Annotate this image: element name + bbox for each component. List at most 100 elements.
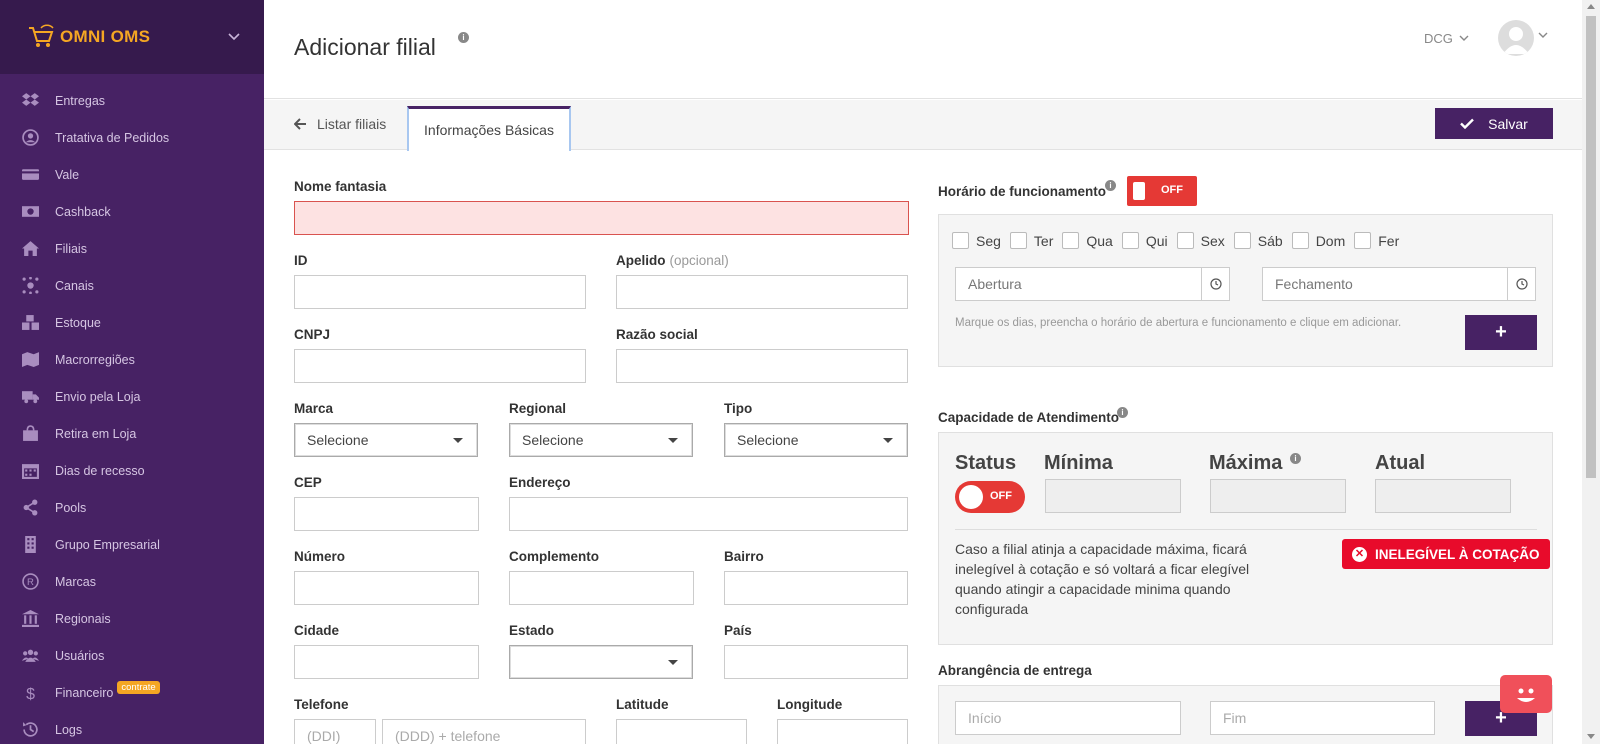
minima-input[interactable]: [1045, 479, 1181, 513]
sidebar-item-vale[interactable]: Vale: [0, 156, 264, 193]
day-sab[interactable]: Sáb: [1233, 232, 1283, 249]
day-qui[interactable]: Qui: [1121, 232, 1168, 249]
ddi-input[interactable]: (DDI): [294, 719, 376, 744]
info-icon[interactable]: i: [1117, 407, 1128, 418]
tab-back-label: Listar filiais: [317, 116, 387, 132]
money-icon: [20, 202, 40, 222]
sidebar-item-marcas[interactable]: R Marcas: [0, 563, 264, 600]
sidebar-item-entregas[interactable]: Entregas: [0, 82, 264, 119]
estado-select[interactable]: [509, 645, 693, 679]
scroll-down-arrow-icon[interactable]: [1587, 734, 1595, 739]
sidebar-item-canais[interactable]: Canais: [0, 267, 264, 304]
sidebar-item-financeiro[interactable]: $ Financeiro contrate: [0, 674, 264, 711]
tabs-bar: Listar filiais Informações Básicas Salva…: [264, 100, 1582, 151]
razao-social-input[interactable]: [616, 349, 908, 383]
save-button[interactable]: Salvar: [1435, 108, 1553, 139]
sidebar-item-grupo-empresarial[interactable]: Grupo Empresarial: [0, 526, 264, 563]
maxima-input[interactable]: [1210, 479, 1346, 513]
chevron-down-icon[interactable]: [228, 33, 240, 41]
scrollbar-thumb[interactable]: [1586, 16, 1596, 478]
day-seg[interactable]: Seg: [952, 232, 1001, 249]
nome-fantasia-input[interactable]: [294, 201, 909, 235]
clock-icon[interactable]: [1201, 268, 1229, 300]
page-title: Adicionar filial: [294, 34, 436, 60]
contrate-badge[interactable]: contrate: [117, 681, 160, 694]
users-icon: [20, 646, 40, 666]
scroll-up-arrow-icon[interactable]: [1587, 4, 1595, 9]
day-label: Fer: [1378, 232, 1400, 249]
sidebar-item-label: Retira em Loja: [55, 426, 137, 441]
chevron-down-icon[interactable]: [1538, 32, 1548, 39]
sidebar-item-tratativa[interactable]: Tratativa de Pedidos: [0, 119, 264, 156]
checkbox[interactable]: [1176, 232, 1194, 249]
map-icon: [20, 350, 40, 370]
building-icon: [20, 535, 40, 555]
info-icon[interactable]: i: [458, 32, 469, 43]
tipo-select[interactable]: Selecione: [724, 423, 908, 457]
registered-icon: R: [20, 572, 40, 592]
scrollbar[interactable]: [1582, 0, 1600, 744]
tab-back-list[interactable]: Listar filiais: [294, 116, 386, 132]
sidebar-item-envio-loja[interactable]: Envio pela Loja: [0, 378, 264, 415]
tab-informacoes-basicas[interactable]: Informações Básicas: [407, 106, 571, 151]
checkbox[interactable]: [1354, 232, 1372, 249]
numero-input[interactable]: [294, 571, 479, 605]
sidebar-item-retira-loja[interactable]: Retira em Loja: [0, 415, 264, 452]
capacidade-toggle[interactable]: OFF: [955, 481, 1025, 513]
checkbox[interactable]: [1291, 232, 1309, 249]
cnpj-input[interactable]: [294, 349, 586, 383]
day-sex[interactable]: Sex: [1176, 232, 1225, 249]
telefone-input[interactable]: (DDD) + telefone: [382, 719, 586, 744]
marca-select[interactable]: Selecione: [294, 423, 478, 457]
day-ter[interactable]: Ter: [1009, 232, 1053, 249]
info-icon[interactable]: i: [1290, 453, 1301, 464]
pais-input[interactable]: [724, 645, 908, 679]
horario-toggle[interactable]: OFF: [1127, 176, 1197, 206]
avatar[interactable]: [1498, 20, 1534, 56]
add-horario-button[interactable]: +: [1465, 315, 1537, 350]
complemento-input[interactable]: [509, 571, 694, 605]
regional-select[interactable]: Selecione: [509, 423, 693, 457]
longitude-input[interactable]: [777, 719, 908, 744]
id-input[interactable]: [294, 275, 586, 309]
checkbox[interactable]: [1062, 232, 1080, 249]
label-id: ID: [294, 253, 308, 268]
checkbox[interactable]: [1009, 232, 1027, 249]
select-value: Selecione: [737, 432, 799, 448]
channels-icon: [20, 276, 40, 296]
sidebar-item-pools[interactable]: Pools: [0, 489, 264, 526]
abertura-input[interactable]: Abertura: [955, 267, 1230, 301]
sidebar-item-filiais[interactable]: Filiais: [0, 230, 264, 267]
info-icon[interactable]: i: [1105, 180, 1116, 191]
org-selector[interactable]: DCG: [1424, 31, 1469, 46]
sidebar-item-logs[interactable]: Logs: [0, 711, 264, 744]
sidebar-item-regionais[interactable]: Regionais: [0, 600, 264, 637]
endereco-input[interactable]: [509, 497, 908, 531]
sidebar-item-estoque[interactable]: Estoque: [0, 304, 264, 341]
apelido-text: Apelido: [616, 253, 666, 268]
inicio-input[interactable]: Início: [955, 701, 1181, 735]
toggle-knob: [959, 485, 983, 509]
apelido-input[interactable]: [616, 275, 908, 309]
fim-input[interactable]: Fim: [1210, 701, 1435, 735]
bairro-input[interactable]: [724, 571, 908, 605]
close-circle-icon: ✕: [1352, 546, 1367, 562]
checkbox[interactable]: [952, 232, 969, 249]
sidebar-item-dias-recesso[interactable]: Dias de recesso: [0, 452, 264, 489]
day-dom[interactable]: Dom: [1291, 232, 1345, 249]
chat-widget-button[interactable]: [1500, 675, 1552, 713]
checkbox[interactable]: [1121, 232, 1139, 249]
checkbox[interactable]: [1233, 232, 1251, 249]
day-fer[interactable]: Fer: [1354, 232, 1399, 249]
cep-input[interactable]: [294, 497, 479, 531]
fechamento-input[interactable]: Fechamento: [1262, 267, 1536, 301]
cidade-input[interactable]: [294, 645, 479, 679]
sidebar-item-cashback[interactable]: Cashback: [0, 193, 264, 230]
latitude-input[interactable]: [616, 719, 747, 744]
clock-icon[interactable]: [1507, 268, 1535, 300]
sidebar-item-label: Envio pela Loja: [55, 389, 141, 404]
sidebar-item-macrorregioes[interactable]: Macrorregiões: [0, 341, 264, 378]
day-qua[interactable]: Qua: [1062, 232, 1113, 249]
sidebar-item-usuarios[interactable]: Usuários: [0, 637, 264, 674]
brand-bar[interactable]: OMNI OMS: [0, 0, 264, 74]
